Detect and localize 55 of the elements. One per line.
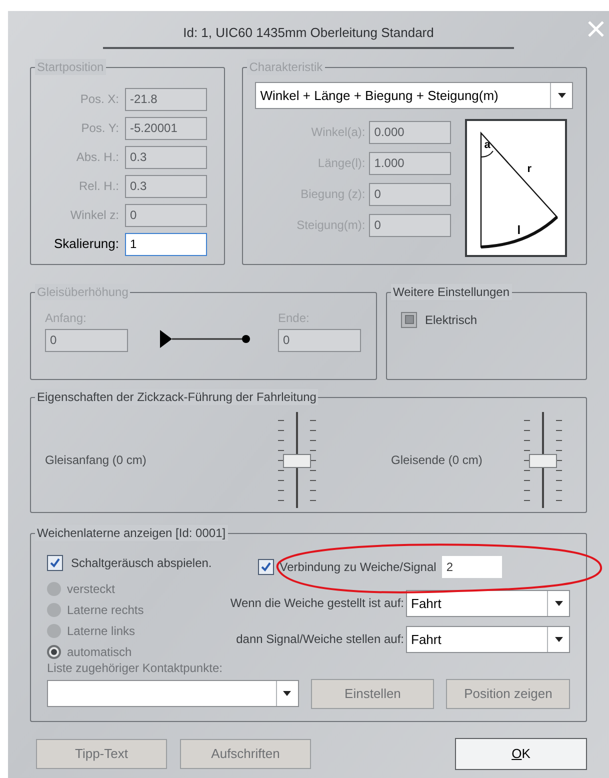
- button[interactable]: OK: [455, 738, 587, 770]
- radio-button[interactable]: [47, 644, 61, 658]
- dropdown[interactable]: Fahrt: [406, 626, 570, 652]
- input-field[interactable]: 0: [45, 328, 128, 352]
- window-title: Id: 1, UIC60 1435mm Oberleitung Standard: [103, 23, 514, 48]
- slider-thumb[interactable]: [283, 454, 311, 468]
- group-legend: Weichenlaterne anzeigen [Id: 0001]: [35, 524, 228, 540]
- input-field[interactable]: 1: [125, 232, 207, 256]
- diagram-label: a: [484, 138, 490, 152]
- input-field[interactable]: 2: [442, 556, 502, 578]
- vertical-slider[interactable]: [275, 412, 319, 508]
- dropdown-value: Winkel + Länge + Biegung + Steigung(m): [259, 86, 500, 105]
- field-label: Skalierung:: [52, 235, 119, 254]
- radio-button[interactable]: [47, 582, 61, 596]
- slider-label: Gleisende (0 cm): [391, 452, 484, 468]
- caret-icon: [558, 92, 566, 98]
- vertical-slider[interactable]: [521, 412, 565, 508]
- slider-label: Gleisanfang (0 cm): [45, 452, 148, 468]
- dropdown[interactable]: Winkel + Länge + Biegung + Steigung(m): [255, 82, 574, 108]
- diagram-label: r: [527, 162, 532, 176]
- dropdown-label: dann Signal/Weiche stellen auf:: [235, 631, 404, 648]
- field-label: Liste zugehöriger Kontaktpunkte:: [47, 660, 224, 674]
- input-field[interactable]: 0: [278, 328, 361, 352]
- caret-icon: [554, 600, 562, 606]
- slider-thumb[interactable]: [529, 454, 557, 468]
- radio-button[interactable]: [47, 602, 61, 616]
- field-label: Pos. Y:: [80, 120, 119, 137]
- dropdown[interactable]: [47, 680, 299, 707]
- radio-button[interactable]: [47, 624, 61, 638]
- radio-label: Laterne rechts: [67, 602, 144, 618]
- dropdown[interactable]: Fahrt: [406, 590, 570, 616]
- checkbox-label: Elektrisch: [425, 312, 478, 328]
- checkbox[interactable]: [47, 554, 63, 570]
- group-legend: Weitere Einstellungen: [391, 284, 512, 300]
- field-label: Abs. H.:: [75, 149, 119, 166]
- radio-label: versteckt: [67, 580, 116, 598]
- group-legend: Eigenschaften der Zickzack-Führung der Fahrleitung: [35, 388, 318, 404]
- caret-icon: [554, 636, 562, 642]
- input-field[interactable]: 0: [369, 214, 452, 236]
- checkbox-label: Verbindung zu Weiche/Signal: [280, 558, 436, 576]
- checkbox-label: Schaltgeräusch abspielen.: [71, 554, 212, 572]
- field-label: Pos. X:: [79, 91, 119, 108]
- input-field[interactable]: 0: [369, 182, 452, 206]
- dropdown-value: Fahrt: [410, 594, 442, 612]
- dropdown-value: Fahrt: [410, 630, 442, 648]
- diagram-label: l: [517, 222, 521, 238]
- dropdown-label: Wenn die Weiche gestellt ist auf:: [229, 595, 404, 612]
- caret-icon: [283, 691, 292, 696]
- input-field[interactable]: 1.000: [369, 152, 452, 174]
- radio-label: automatisch: [67, 644, 132, 660]
- input-field[interactable]: 0.000: [369, 120, 452, 144]
- field-label: Rel. H.:: [78, 178, 119, 195]
- checkbox[interactable]: [258, 558, 274, 574]
- field-label: Winkel z:: [69, 207, 119, 224]
- radio-label: Laterne links: [67, 622, 136, 640]
